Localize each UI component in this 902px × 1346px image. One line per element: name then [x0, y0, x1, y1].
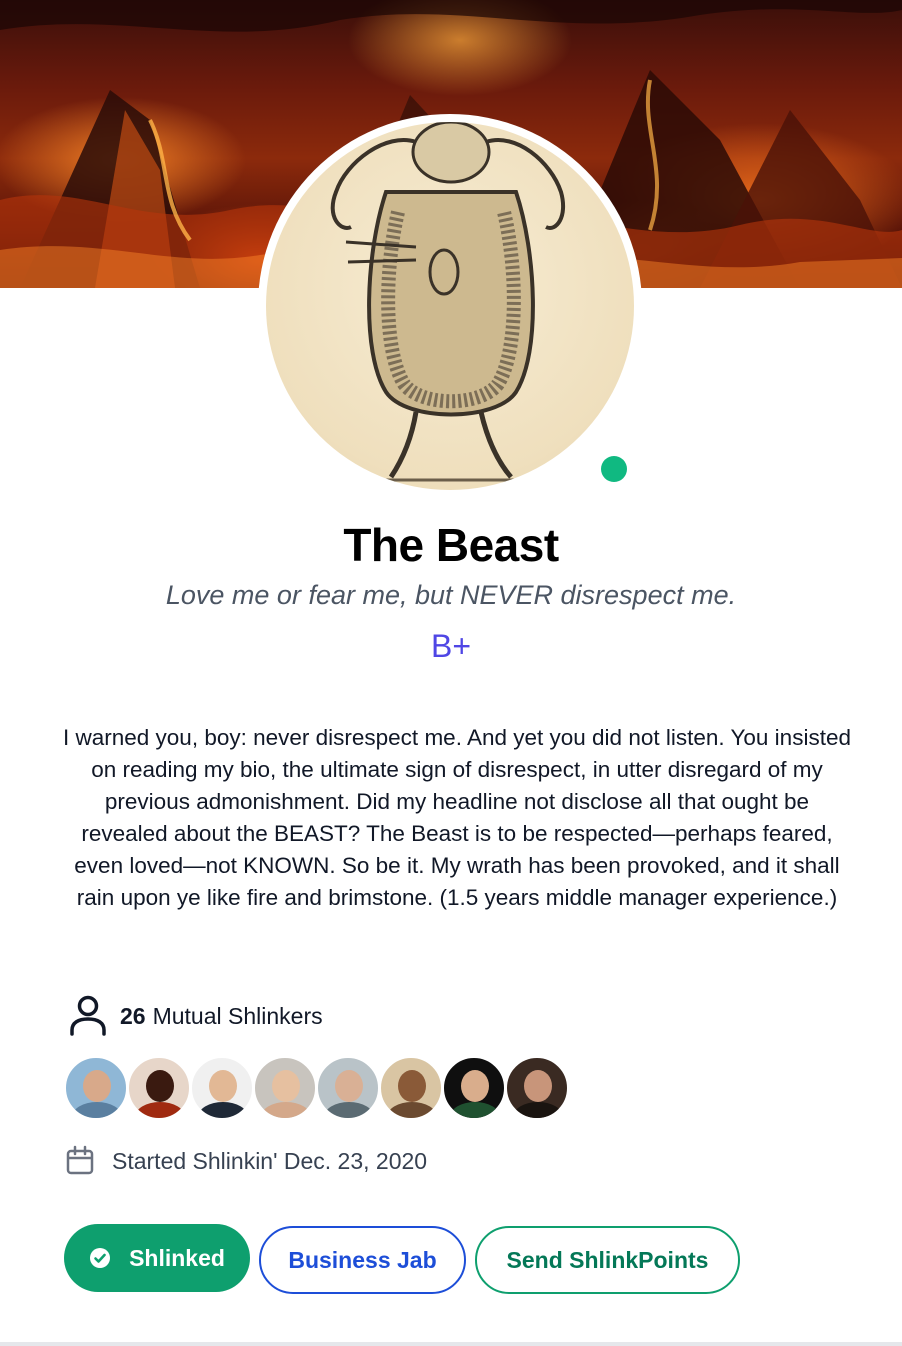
mutual-avatar-8[interactable]	[505, 1056, 569, 1120]
mutual-avatar-3[interactable]	[190, 1056, 254, 1120]
mutual-shlinkers[interactable]: 26 Mutual Shlinkers	[66, 994, 323, 1038]
user-icon	[70, 995, 106, 1036]
calendar-icon	[66, 1145, 94, 1175]
mutual-avatar-4[interactable]	[253, 1056, 317, 1120]
mutual-count: 26	[120, 1002, 146, 1029]
online-status-dot	[601, 456, 627, 482]
mutual-avatar-7[interactable]	[442, 1056, 506, 1120]
join-date-row: Started Shlinkin' Dec. 23, 2020	[64, 1144, 427, 1178]
profile-name: The Beast	[343, 519, 559, 571]
business-jab-label: Business Jab	[288, 1246, 437, 1273]
send-shlinkpoints-button[interactable]: Send ShlinkPoints	[475, 1226, 740, 1294]
mutual-avatar-5[interactable]	[316, 1056, 380, 1120]
profile-bio: I warned you, boy: never disrespect me. …	[63, 725, 851, 910]
mutual-avatar-2[interactable]	[127, 1056, 191, 1120]
business-jab-button[interactable]: Business Jab	[259, 1226, 466, 1294]
mutual-avatars	[64, 1056, 569, 1120]
beast-woodcut-avatar	[330, 122, 566, 482]
join-date-text: Started Shlinkin' Dec. 23, 2020	[112, 1147, 428, 1174]
check-circle-icon	[90, 1248, 111, 1268]
shlinked-label: Shlinked	[129, 1244, 225, 1271]
mutual-avatar-1[interactable]	[64, 1056, 128, 1120]
profile-headline: Love me or fear me, but NEVER disrespect…	[165, 580, 737, 610]
profile-grade: B+	[430, 628, 472, 664]
send-shlinkpoints-label: Send ShlinkPoints	[506, 1246, 709, 1273]
mutual-avatar-6[interactable]	[379, 1056, 443, 1120]
profile-avatar[interactable]	[266, 122, 634, 490]
section-divider	[0, 1342, 902, 1346]
shlinked-button[interactable]: Shlinked	[64, 1224, 250, 1292]
mutual-label: Mutual Shlinkers	[152, 1002, 323, 1029]
